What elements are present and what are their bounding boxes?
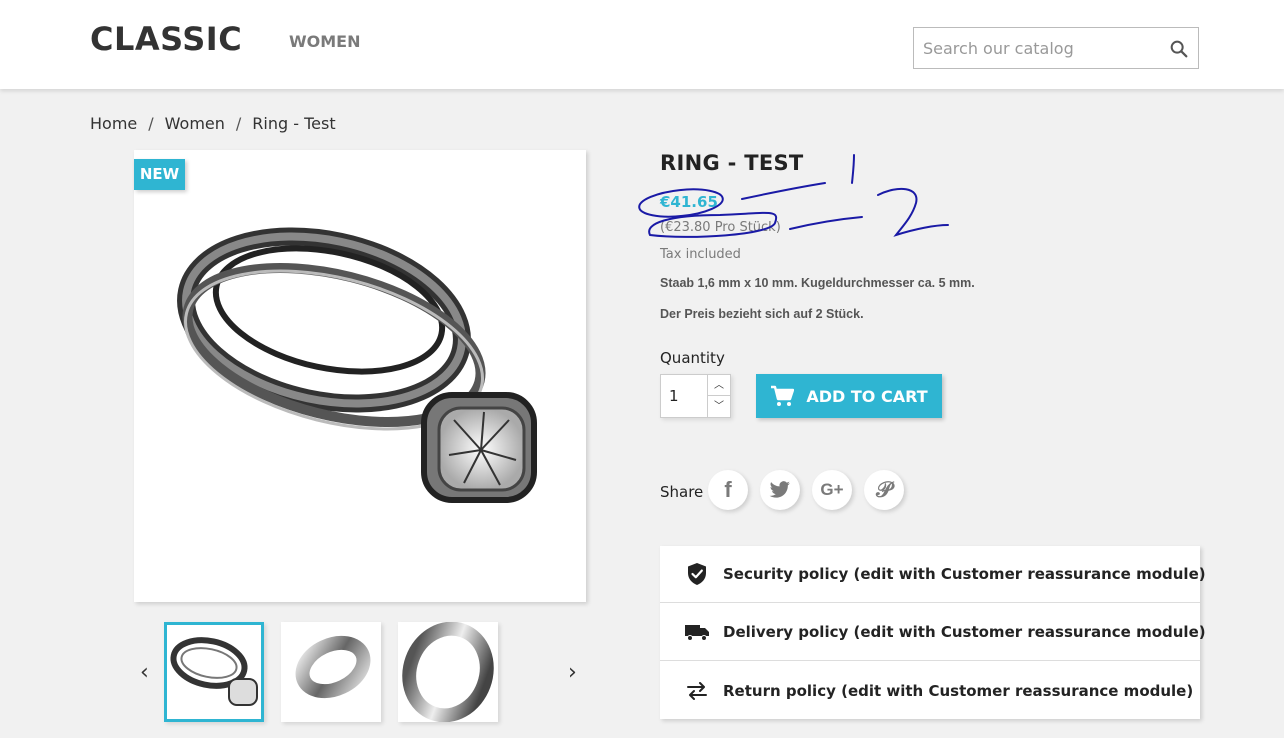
quantity-decrease-button[interactable]: ﹀ xyxy=(707,396,730,417)
share-label: Share xyxy=(660,483,704,501)
product-price: €41.65 xyxy=(660,193,718,211)
reassurance-block: Security policy (edit with Customer reas… xyxy=(660,546,1206,719)
pinterest-share-button[interactable]: 𝒫 xyxy=(864,470,904,510)
thumbnail-3[interactable] xyxy=(398,621,498,723)
site-header: CLASSIC WOMEN xyxy=(0,0,1284,89)
band-thumb-image xyxy=(402,621,494,723)
googleplus-share-button[interactable]: G+ xyxy=(812,470,852,510)
thumbnail-2[interactable] xyxy=(281,622,381,722)
unit-price: (€23.80 Pro Stück) xyxy=(660,220,781,235)
reassurance-delivery: Delivery policy (edit with Customer reas… xyxy=(660,604,1206,661)
search-icon[interactable] xyxy=(1168,38,1190,60)
new-badge: NEW xyxy=(134,159,185,190)
quantity-stepper: ︿ ﹀ xyxy=(660,374,731,418)
breadcrumb-current[interactable]: Ring - Test xyxy=(252,114,335,133)
thumb-prev-arrow[interactable]: ‹ xyxy=(140,660,149,685)
facebook-icon: f xyxy=(724,477,732,502)
add-to-cart-button[interactable]: ADD TO CART xyxy=(756,374,942,418)
quantity-input[interactable] xyxy=(669,385,705,407)
product-description-line-1: Staab 1,6 mm x 10 mm. Kugeldurchmesser c… xyxy=(660,276,975,290)
reassurance-security-text: Security policy (edit with Customer reas… xyxy=(723,565,1206,583)
reassurance-security: Security policy (edit with Customer reas… xyxy=(660,546,1206,603)
tax-label: Tax included xyxy=(660,247,741,262)
quantity-label: Quantity xyxy=(660,349,725,367)
ring-thumb-image xyxy=(170,637,258,706)
breadcrumb-women[interactable]: Women xyxy=(165,114,225,133)
facebook-share-button[interactable]: f xyxy=(708,470,748,510)
nav-item-women[interactable]: WOMEN xyxy=(289,32,361,51)
thumbnail-1[interactable] xyxy=(164,622,264,722)
reassurance-return-text: Return policy (edit with Customer reassu… xyxy=(723,681,1194,700)
twitter-icon xyxy=(769,481,790,498)
shopping-cart-icon xyxy=(771,385,795,406)
search-box xyxy=(913,27,1199,69)
product-main-image[interactable] xyxy=(134,150,586,602)
google-plus-icon: G+ xyxy=(820,480,844,499)
product-title: RING - TEST xyxy=(660,151,804,175)
add-to-cart-label: ADD TO CART xyxy=(806,386,928,406)
breadcrumb-home[interactable]: Home xyxy=(90,114,137,133)
thumb-next-arrow[interactable]: › xyxy=(568,660,577,685)
search-input[interactable] xyxy=(923,36,1163,60)
swap-arrows-icon xyxy=(684,678,710,704)
reassurance-delivery-text: Delivery policy (edit with Customer reas… xyxy=(723,623,1206,641)
twitter-share-button[interactable] xyxy=(760,470,800,510)
ring-sketch-image xyxy=(177,227,537,503)
product-description-line-2: Der Preis bezieht sich auf 2 Stück. xyxy=(660,307,864,321)
breadcrumb-separator: / xyxy=(235,114,242,133)
breadcrumb: Home / Women / Ring - Test xyxy=(90,114,336,133)
band-thumb-image xyxy=(295,635,371,699)
breadcrumb-separator: / xyxy=(148,114,154,133)
delivery-truck-icon xyxy=(684,619,710,645)
quantity-increase-button[interactable]: ︿ xyxy=(707,375,730,396)
shield-check-icon xyxy=(684,561,710,587)
pinterest-icon: 𝒫 xyxy=(876,477,892,503)
reassurance-return: Return policy (edit with Customer reassu… xyxy=(660,662,1200,719)
site-logo[interactable]: CLASSIC xyxy=(90,20,242,58)
